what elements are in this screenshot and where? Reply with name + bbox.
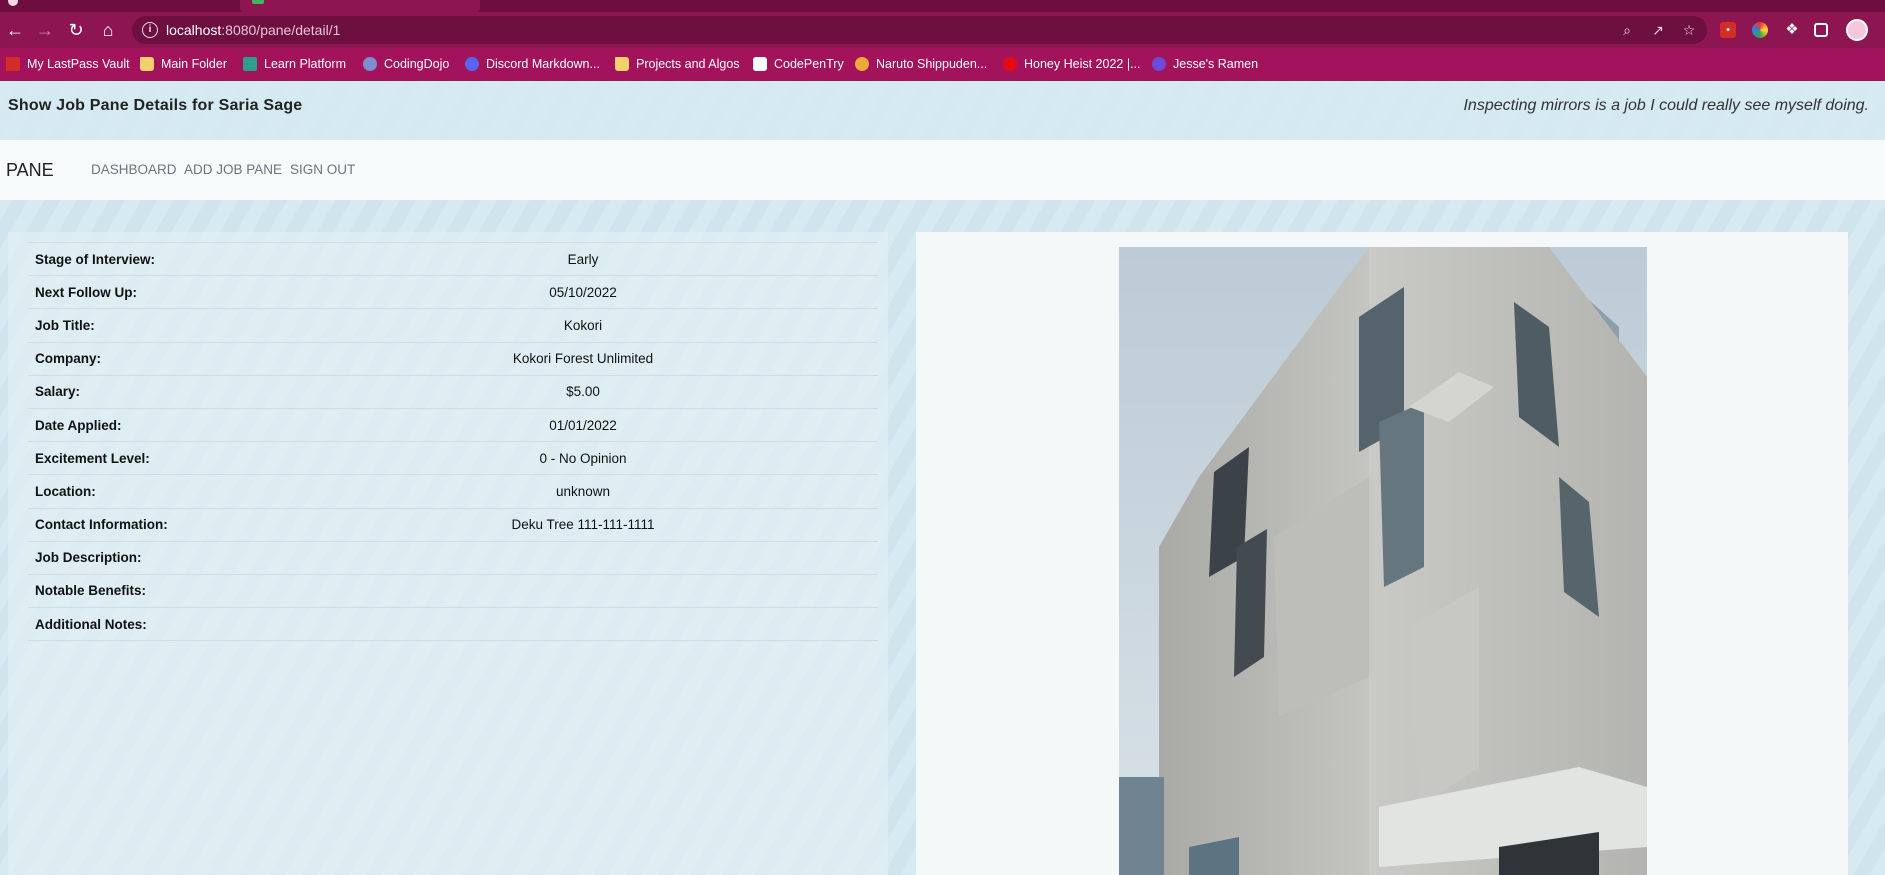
ramen-icon [1152,57,1166,71]
zoom-icon[interactable]: ⌕ [1618,21,1636,39]
codingdojo-icon [363,57,377,71]
address-url[interactable]: localhost:8080/pane/detail/1 [166,22,340,38]
detail-label: Company: [28,341,328,376]
detail-label: Excitement Level: [28,441,328,475]
job-details-table: Stage of Interview: Early Next Follow Up:… [28,241,878,642]
netflix-icon [1003,57,1017,71]
bookmark-lastpass[interactable]: My LastPass Vault [6,55,130,73]
detail-value [328,540,878,575]
page-header: Show Job Pane Details for Saria Sage Ins… [0,81,1885,140]
reload-icon[interactable]: ↻ [63,17,89,43]
page-content: Show Job Pane Details for Saria Sage Ins… [0,81,1885,875]
browser-tabstrip [0,0,1885,12]
bookmark-projects-algos[interactable]: Projects and Algos [615,55,740,73]
detail-label: Job Title: [28,308,328,343]
discord-icon [465,57,479,71]
detail-row-salary: Salary: $5.00 [28,374,878,409]
bookmarks-bar: My LastPass Vault Main Folder Learn Plat… [0,48,1885,81]
detail-value [328,573,878,608]
tab-favicon-icon [252,0,264,4]
share-icon[interactable]: ↗ [1649,21,1667,39]
bookmark-jesses-ramen[interactable]: Jesse's Ramen [1152,55,1258,73]
detail-row-follow-up: Next Follow Up: 05/10/2022 [28,275,878,309]
profile-avatar[interactable] [1846,19,1868,41]
navbar-brand[interactable]: PANE [6,160,54,181]
detail-row-benefits: Notable Benefits: [28,573,878,608]
detail-value: 05/10/2022 [328,275,878,309]
bookmark-learn-platform[interactable]: Learn Platform [243,55,346,73]
detail-label: Salary: [28,374,328,409]
job-details-panel: Stage of Interview: Early Next Follow Up:… [8,232,888,875]
tab-audio-dot [8,0,18,6]
home-icon[interactable]: ⌂ [95,17,121,43]
detail-row-job-title: Job Title: Kokori [28,308,878,343]
detail-value: Kokori [328,308,878,343]
active-tab[interactable] [240,0,480,12]
detail-row-stage: Stage of Interview: Early [28,241,878,276]
detail-row-notes: Additional Notes: [28,607,878,642]
site-info-icon[interactable]: i [142,22,158,38]
detail-value: Deku Tree 111-111-1111 [328,507,878,542]
lastpass-icon [6,57,20,71]
detail-row-location: Location: unknown [28,474,878,508]
building-photo [1119,247,1647,875]
detail-value: $5.00 [328,374,878,409]
bookmark-codingdojo[interactable]: CodingDojo [363,55,449,73]
folder-icon [615,57,629,71]
detail-label: Contact Information: [28,507,328,542]
learn-platform-icon [243,57,257,71]
naruto-icon [855,57,869,71]
extensions-puzzle-icon[interactable]: ❖ [1784,22,1800,38]
header-quote: Inspecting mirrors is a job I could real… [1463,97,1869,114]
detail-row-company: Company: Kokori Forest Unlimited [28,341,878,376]
detail-row-description: Job Description: [28,540,878,575]
detail-value: 01/01/2022 [328,407,878,442]
detail-label: Next Follow Up: [28,275,328,309]
image-panel [916,232,1848,875]
back-arrow-icon[interactable]: ← [2,17,28,43]
browser-toolbar: ← → ↻ ⌂ i localhost:8080/pane/detail/1 ⌕… [0,12,1885,48]
bookmark-naruto[interactable]: Naruto Shippuden... [855,55,987,73]
forward-arrow-icon[interactable]: → [32,17,58,43]
detail-value: Early [328,241,878,276]
lastpass-extension-icon[interactable]: • [1720,22,1736,38]
nav-link-dashboard[interactable]: DASHBOARD [91,162,177,177]
navbar: PANE DASHBOARD ADD JOB PANE SIGN OUT [0,140,1885,200]
nav-link-add-job-pane[interactable]: ADD JOB PANE [184,162,282,177]
detail-value [328,607,878,642]
folder-icon [140,57,154,71]
detail-label: Location: [28,474,328,508]
page-title: Show Job Pane Details for Saria Sage [8,97,303,114]
codepen-icon [753,57,767,71]
detail-label: Notable Benefits: [28,573,328,608]
side-panel-icon[interactable] [1814,23,1828,37]
bookmark-honey-heist[interactable]: Honey Heist 2022 |... [1003,55,1141,73]
detail-label: Additional Notes: [28,607,328,642]
color-picker-extension-icon[interactable] [1752,22,1768,38]
nav-link-sign-out[interactable]: SIGN OUT [290,162,355,177]
detail-value: 0 - No Opinion [328,441,878,475]
bookmark-star-icon[interactable]: ☆ [1680,21,1698,39]
detail-row-contact: Contact Information: Deku Tree 111-111-11… [28,507,878,542]
detail-label: Stage of Interview: [28,241,328,276]
detail-row-excitement: Excitement Level: 0 - No Opinion [28,441,878,475]
detail-value: Kokori Forest Unlimited [328,341,878,376]
detail-value: unknown [328,474,878,508]
detail-row-date-applied: Date Applied: 01/01/2022 [28,407,878,442]
bookmark-main-folder[interactable]: Main Folder [140,55,227,73]
bookmark-codepentry[interactable]: CodePenTry [753,55,844,73]
detail-label: Job Description: [28,540,328,575]
detail-label: Date Applied: [28,407,328,442]
bookmark-discord-markdown[interactable]: Discord Markdown... [465,55,600,73]
address-bar[interactable]: i localhost:8080/pane/detail/1 ⌕ ↗ ☆ [132,16,1707,44]
